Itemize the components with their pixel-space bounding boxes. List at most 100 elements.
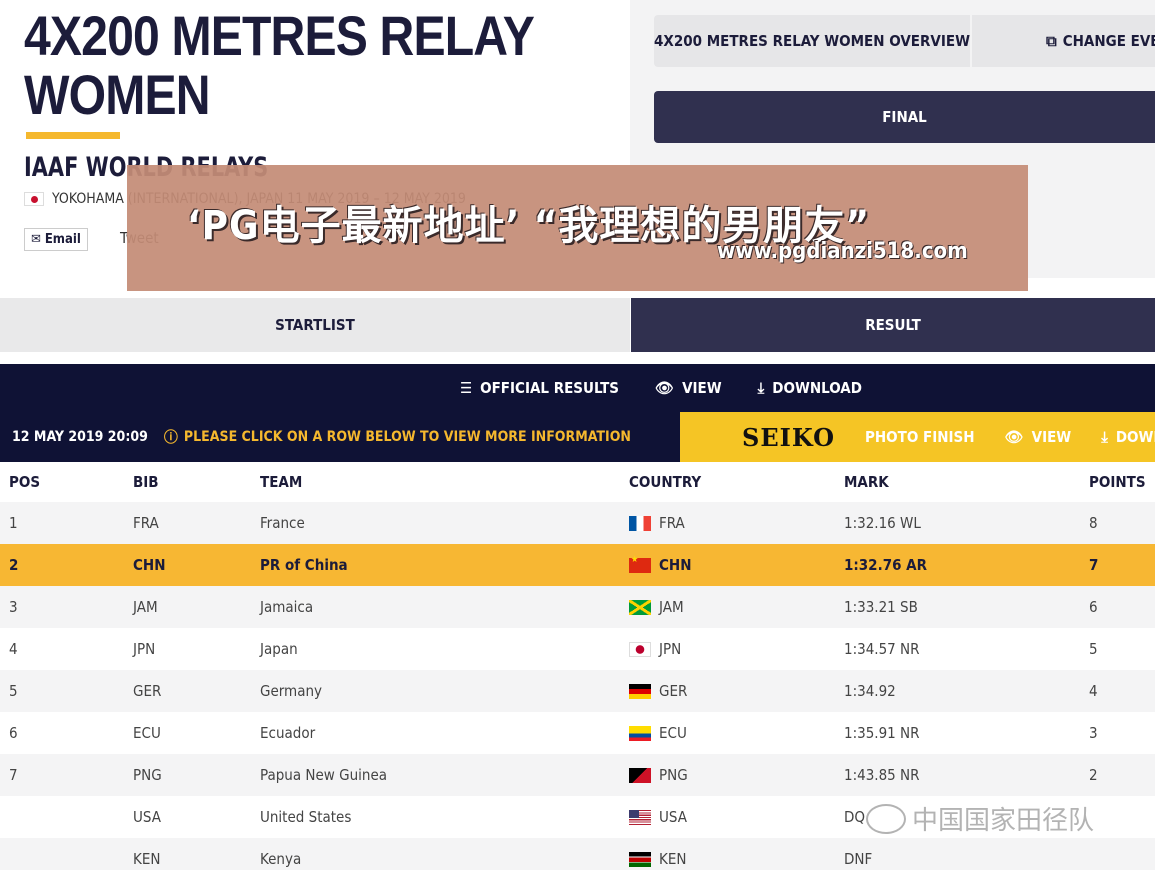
- official-results-link[interactable]: ☰ OFFICIAL RESULTS: [460, 379, 619, 397]
- photo-finish-view-link[interactable]: 👁 VIEW: [1005, 428, 1072, 446]
- cell-country: KEN: [629, 838, 844, 870]
- cell-bib: ECU: [133, 712, 260, 754]
- cell-points: [1089, 838, 1155, 870]
- photo-view-label: VIEW: [1031, 428, 1072, 446]
- photo-finish-download-link[interactable]: ⤓ DOWNLOAD: [1101, 428, 1155, 446]
- col-header-points[interactable]: POINTS: [1089, 462, 1155, 502]
- cell-pos: 2: [0, 544, 133, 586]
- table-row[interactable]: 1 FRA France FRA 1:32.16 WL 8: [0, 502, 1155, 544]
- eye-icon: 👁: [1004, 428, 1024, 446]
- cell-bib: KEN: [133, 838, 260, 870]
- cell-country: PNG: [629, 754, 844, 796]
- download-label: DOWNLOAD: [772, 379, 862, 397]
- cell-team: Ecuador: [260, 712, 629, 754]
- col-header-country[interactable]: COUNTRY: [629, 462, 844, 502]
- tab-startlist[interactable]: STARTLIST: [0, 298, 630, 352]
- table-row[interactable]: 6 ECU Ecuador ECU 1:35.91 NR 3: [0, 712, 1155, 754]
- cell-bib: CHN: [133, 544, 260, 586]
- watermark: 中国国家田径队: [866, 800, 1094, 837]
- col-header-bib[interactable]: BIB: [133, 462, 260, 502]
- cell-team: France: [260, 502, 629, 544]
- japan-flag-icon: [629, 641, 651, 657]
- japan-flag-icon: [24, 192, 44, 206]
- germany-flag-icon: [629, 683, 651, 699]
- change-event-label: CHANGE EVENT: [1062, 32, 1155, 50]
- table-row[interactable]: 3 JAM Jamaica JAM 1:33.21 SB 6: [0, 586, 1155, 628]
- info-bar: 12 MAY 2019 20:09 ⓘ PLEASE CLICK ON A RO…: [0, 412, 680, 462]
- table-row[interactable]: 7 PNG Papua New Guinea PNG 1:43.85 NR 2: [0, 754, 1155, 796]
- final-round-button[interactable]: FINAL: [654, 91, 1155, 143]
- cell-mark: DNF: [844, 838, 1089, 870]
- view-label: VIEW: [682, 379, 722, 397]
- cell-pos: 5: [0, 670, 133, 712]
- table-row[interactable]: 5 GER Germany GER 1:34.92 4: [0, 670, 1155, 712]
- papua-new-guinea-flag-icon: [629, 767, 651, 783]
- cell-pos: 1: [0, 502, 133, 544]
- view-results-link[interactable]: 👁 VIEW: [655, 379, 722, 397]
- cell-pos: 4: [0, 628, 133, 670]
- usa-flag-icon: [629, 809, 651, 825]
- france-flag-icon: [629, 515, 651, 531]
- event-overview-button[interactable]: 4X200 METRES RELAY WOMEN OVERVIEW: [654, 15, 970, 67]
- cell-points: 7: [1089, 544, 1155, 586]
- cell-team: Jamaica: [260, 586, 629, 628]
- download-results-link[interactable]: ⤓ DOWNLOAD: [758, 379, 862, 397]
- cell-mark: 1:43.85 NR: [844, 754, 1089, 796]
- change-event-button[interactable]: ⧉ CHANGE EVENT: [972, 15, 1155, 67]
- cell-points: 8: [1089, 502, 1155, 544]
- cell-team: United States: [260, 796, 629, 838]
- col-header-mark[interactable]: MARK: [844, 462, 1089, 502]
- title-line-2: WOMEN: [24, 63, 210, 126]
- banner-url: www.pgdianzi518.com: [717, 239, 968, 264]
- external-link-icon: ⧉: [1046, 32, 1057, 50]
- cell-bib: JPN: [133, 628, 260, 670]
- title-underline: [26, 132, 120, 139]
- cell-country: CHN: [629, 544, 844, 586]
- country-code: KEN: [659, 850, 687, 868]
- col-header-team[interactable]: TEAM: [260, 462, 629, 502]
- jamaica-flag-icon: [629, 599, 651, 615]
- cell-points: [1089, 796, 1155, 838]
- country-code: JPN: [659, 640, 682, 658]
- cell-mark: 1:33.21 SB: [844, 586, 1089, 628]
- result-datetime: 12 MAY 2019 20:09: [12, 429, 148, 445]
- cell-team: PR of China: [260, 544, 629, 586]
- envelope-icon: ✉: [31, 232, 41, 247]
- cell-country: JAM: [629, 586, 844, 628]
- china-flag-icon: [629, 555, 651, 573]
- info-note-text: PLEASE CLICK ON A ROW BELOW TO VIEW MORE…: [183, 429, 631, 445]
- tab-result[interactable]: RESULT: [631, 298, 1155, 352]
- photo-finish-label: PHOTO FINISH: [864, 428, 975, 446]
- cell-points: 5: [1089, 628, 1155, 670]
- seiko-logo: SEIKO: [742, 422, 835, 452]
- wechat-icon: [866, 803, 906, 834]
- cell-country: JPN: [629, 628, 844, 670]
- table-header-row: POS BIB TEAM COUNTRY MARK POINTS: [0, 462, 1155, 502]
- table-row[interactable]: 4 JPN Japan JPN 1:34.57 NR 5: [0, 628, 1155, 670]
- table-row-highlighted[interactable]: 2 CHN PR of China CHN 1:32.76 AR 7: [0, 544, 1155, 586]
- table-row[interactable]: KEN Kenya KEN DNF: [0, 838, 1155, 870]
- cell-pos: [0, 796, 133, 838]
- country-code: PNG: [659, 766, 688, 784]
- info-note: ⓘ PLEASE CLICK ON A ROW BELOW TO VIEW MO…: [164, 427, 631, 447]
- download-icon: ⤓: [1101, 428, 1108, 446]
- list-icon: ☰: [460, 379, 473, 397]
- email-share-button[interactable]: ✉ Email: [24, 228, 88, 251]
- official-results-label: OFFICIAL RESULTS: [480, 379, 620, 397]
- country-code: ECU: [659, 724, 687, 742]
- cell-bib: GER: [133, 670, 260, 712]
- overlay-banner: ‘PG电子最新地址’ “我理想的男朋友” www.pgdianzi518.com: [127, 165, 1028, 291]
- col-header-pos[interactable]: POS: [0, 462, 133, 502]
- official-results-bar: ☰ OFFICIAL RESULTS 👁 VIEW ⤓ DOWNLOAD: [0, 364, 1155, 412]
- cell-country: GER: [629, 670, 844, 712]
- cell-points: 2: [1089, 754, 1155, 796]
- cell-team: Papua New Guinea: [260, 754, 629, 796]
- cell-mark: 1:32.16 WL: [844, 502, 1089, 544]
- cell-country: FRA: [629, 502, 844, 544]
- country-code: JAM: [659, 598, 684, 616]
- cell-mark: 1:34.57 NR: [844, 628, 1089, 670]
- cell-points: 3: [1089, 712, 1155, 754]
- page-title: 4X200 METRES RELAY WOMEN: [24, 6, 535, 126]
- cell-country: ECU: [629, 712, 844, 754]
- cell-pos: 6: [0, 712, 133, 754]
